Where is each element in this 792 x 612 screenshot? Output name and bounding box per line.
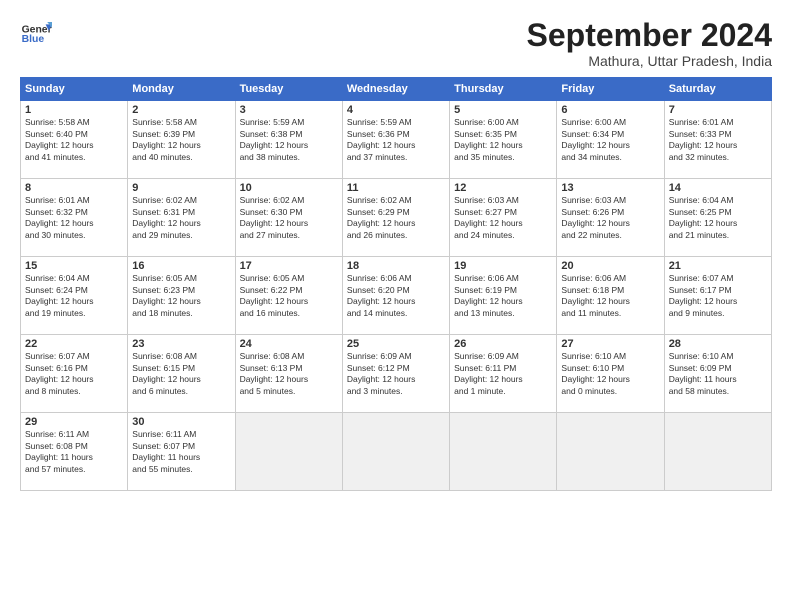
calendar-week-row: 15Sunrise: 6:04 AMSunset: 6:24 PMDayligh… [21,257,772,335]
table-row [664,413,771,491]
month-title: September 2024 [527,18,772,53]
table-row: 17Sunrise: 6:05 AMSunset: 6:22 PMDayligh… [235,257,342,335]
location-subtitle: Mathura, Uttar Pradesh, India [527,53,772,69]
table-row: 6Sunrise: 6:00 AMSunset: 6:34 PMDaylight… [557,101,664,179]
header: General Blue September 2024 Mathura, Utt… [20,18,772,69]
title-block: September 2024 Mathura, Uttar Pradesh, I… [527,18,772,69]
header-friday: Friday [557,78,664,101]
table-row: 3Sunrise: 5:59 AMSunset: 6:38 PMDaylight… [235,101,342,179]
table-row: 27Sunrise: 6:10 AMSunset: 6:10 PMDayligh… [557,335,664,413]
table-row: 13Sunrise: 6:03 AMSunset: 6:26 PMDayligh… [557,179,664,257]
table-row: 19Sunrise: 6:06 AMSunset: 6:19 PMDayligh… [450,257,557,335]
table-row: 14Sunrise: 6:04 AMSunset: 6:25 PMDayligh… [664,179,771,257]
table-row: 4Sunrise: 5:59 AMSunset: 6:36 PMDaylight… [342,101,449,179]
table-row: 29Sunrise: 6:11 AMSunset: 6:08 PMDayligh… [21,413,128,491]
table-row: 21Sunrise: 6:07 AMSunset: 6:17 PMDayligh… [664,257,771,335]
table-row: 16Sunrise: 6:05 AMSunset: 6:23 PMDayligh… [128,257,235,335]
table-row [235,413,342,491]
calendar-week-row: 22Sunrise: 6:07 AMSunset: 6:16 PMDayligh… [21,335,772,413]
table-row: 25Sunrise: 6:09 AMSunset: 6:12 PMDayligh… [342,335,449,413]
calendar-body: 1Sunrise: 5:58 AMSunset: 6:40 PMDaylight… [21,101,772,491]
table-row: 5Sunrise: 6:00 AMSunset: 6:35 PMDaylight… [450,101,557,179]
page: General Blue September 2024 Mathura, Utt… [0,0,792,501]
header-wednesday: Wednesday [342,78,449,101]
table-row [450,413,557,491]
calendar-week-row: 8Sunrise: 6:01 AMSunset: 6:32 PMDaylight… [21,179,772,257]
table-row: 7Sunrise: 6:01 AMSunset: 6:33 PMDaylight… [664,101,771,179]
table-row: 9Sunrise: 6:02 AMSunset: 6:31 PMDaylight… [128,179,235,257]
table-row: 30Sunrise: 6:11 AMSunset: 6:07 PMDayligh… [128,413,235,491]
header-saturday: Saturday [664,78,771,101]
table-row: 23Sunrise: 6:08 AMSunset: 6:15 PMDayligh… [128,335,235,413]
header-sunday: Sunday [21,78,128,101]
table-row: 24Sunrise: 6:08 AMSunset: 6:13 PMDayligh… [235,335,342,413]
logo-icon: General Blue [20,18,52,50]
table-row: 12Sunrise: 6:03 AMSunset: 6:27 PMDayligh… [450,179,557,257]
table-row: 15Sunrise: 6:04 AMSunset: 6:24 PMDayligh… [21,257,128,335]
table-row: 20Sunrise: 6:06 AMSunset: 6:18 PMDayligh… [557,257,664,335]
table-row [342,413,449,491]
table-row: 11Sunrise: 6:02 AMSunset: 6:29 PMDayligh… [342,179,449,257]
table-row: 22Sunrise: 6:07 AMSunset: 6:16 PMDayligh… [21,335,128,413]
weekday-header-row: Sunday Monday Tuesday Wednesday Thursday… [21,78,772,101]
table-row [557,413,664,491]
calendar-week-row: 1Sunrise: 5:58 AMSunset: 6:40 PMDaylight… [21,101,772,179]
header-monday: Monday [128,78,235,101]
table-row: 2Sunrise: 5:58 AMSunset: 6:39 PMDaylight… [128,101,235,179]
table-row: 8Sunrise: 6:01 AMSunset: 6:32 PMDaylight… [21,179,128,257]
calendar-week-row: 29Sunrise: 6:11 AMSunset: 6:08 PMDayligh… [21,413,772,491]
logo: General Blue [20,18,52,50]
table-row: 10Sunrise: 6:02 AMSunset: 6:30 PMDayligh… [235,179,342,257]
calendar-table: Sunday Monday Tuesday Wednesday Thursday… [20,77,772,491]
header-thursday: Thursday [450,78,557,101]
table-row: 18Sunrise: 6:06 AMSunset: 6:20 PMDayligh… [342,257,449,335]
header-tuesday: Tuesday [235,78,342,101]
svg-text:Blue: Blue [22,34,45,45]
table-row: 1Sunrise: 5:58 AMSunset: 6:40 PMDaylight… [21,101,128,179]
table-row: 28Sunrise: 6:10 AMSunset: 6:09 PMDayligh… [664,335,771,413]
table-row: 26Sunrise: 6:09 AMSunset: 6:11 PMDayligh… [450,335,557,413]
